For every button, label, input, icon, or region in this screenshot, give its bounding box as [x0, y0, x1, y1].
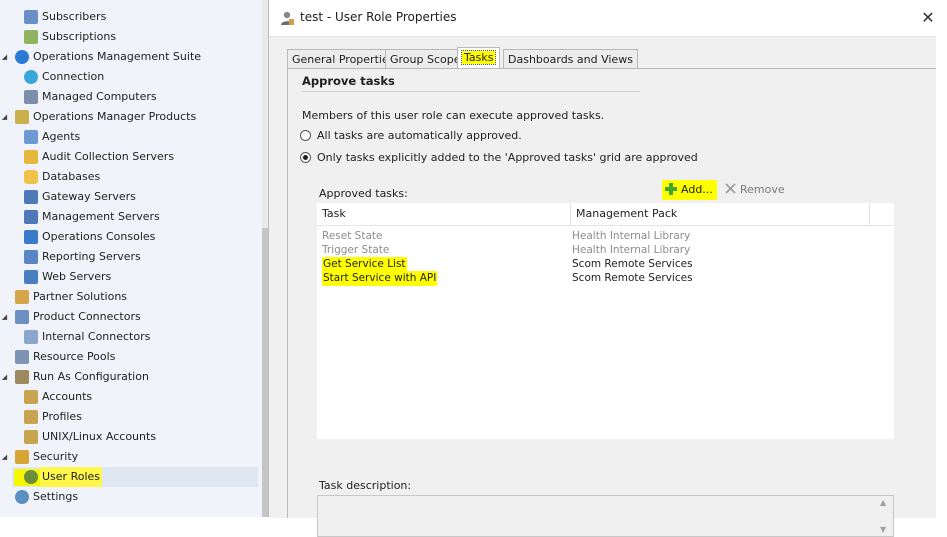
remove-x-icon [725, 183, 736, 194]
audit-collection-icon [24, 150, 38, 164]
table-row[interactable]: Trigger State Health Internal Library [317, 243, 894, 257]
reporting-server-icon [24, 250, 38, 264]
section-divider [302, 91, 640, 92]
expander-icon[interactable]: ◢ [0, 447, 9, 467]
tree-item-profiles[interactable]: Profiles [0, 407, 258, 427]
tree-item-unix-linux-accounts[interactable]: UNIX/Linux Accounts [0, 427, 258, 447]
resource-pools-icon [15, 350, 29, 364]
tab-general-properties[interactable]: General Properties [287, 49, 400, 68]
agents-icon [24, 130, 38, 144]
accounts-icon [24, 390, 38, 404]
background-window-edge [936, 36, 947, 517]
subscribers-icon [24, 10, 38, 24]
radio-button[interactable] [300, 130, 311, 141]
console-icon [24, 230, 38, 244]
tasks-tab-panel: Approve tasks Members of this user role … [287, 68, 937, 537]
tree-item-resource-pools[interactable]: Resource Pools [0, 347, 258, 367]
internal-connectors-icon [24, 330, 38, 344]
radio-button-selected[interactable] [300, 152, 311, 163]
tree-item-user-roles[interactable]: User Roles [0, 467, 258, 487]
user-role-icon [281, 11, 294, 25]
task-description-box[interactable]: ▲ ▼ [317, 495, 894, 537]
oms-icon [15, 50, 29, 64]
tree-item-security[interactable]: ◢ Security [0, 447, 258, 467]
tree-item-subscribers[interactable]: Subscribers [0, 7, 258, 27]
subscriptions-icon [24, 30, 38, 44]
tree-item-operations-consoles[interactable]: Operations Consoles [0, 227, 258, 247]
expander-icon[interactable]: ◢ [0, 307, 9, 327]
expander-icon[interactable]: ◢ [0, 47, 9, 67]
tree-item-product-connectors[interactable]: ◢ Product Connectors [0, 307, 258, 327]
tree-item-connection[interactable]: Connection [0, 67, 258, 87]
scroll-up-icon[interactable]: ▲ [880, 498, 886, 507]
tree-item-settings[interactable]: Settings [0, 487, 258, 507]
tree-item-subscriptions[interactable]: Subscriptions [0, 27, 258, 47]
tree-item-accounts[interactable]: Accounts [0, 387, 258, 407]
expander-icon[interactable]: ◢ [0, 367, 9, 387]
dialog-titlebar[interactable]: test - User Role Properties ✕ [269, 0, 947, 36]
tree-item-gateway-servers[interactable]: Gateway Servers [0, 187, 258, 207]
navigation-tree: Subscribers Subscriptions ◢ Operations M… [0, 0, 262, 517]
dialog-title: test - User Role Properties [300, 10, 457, 24]
tree-item-operations-management-suite[interactable]: ◢ Operations Management Suite [0, 47, 258, 67]
database-icon [24, 170, 38, 184]
table-row[interactable]: Reset State Health Internal Library [317, 229, 894, 243]
tree-item-databases[interactable]: Databases [0, 167, 258, 187]
column-header-task[interactable]: Task [317, 203, 571, 225]
section-title: Approve tasks [302, 74, 395, 88]
managed-computers-icon [24, 90, 38, 104]
tree-item-management-servers[interactable]: Management Servers [0, 207, 258, 227]
description-text: Members of this user role can execute ap… [302, 109, 605, 122]
tree-item-partner-solutions[interactable]: Partner Solutions [0, 287, 258, 307]
description-scrollbar[interactable]: ▲ ▼ [877, 496, 893, 536]
dialog-body: General Properties Group Scope Tasks Das… [269, 36, 937, 537]
remove-task-button[interactable]: Remove [724, 180, 785, 200]
column-header-management-pack[interactable]: Management Pack [571, 203, 870, 225]
approved-tasks-grid[interactable]: Task Management Pack Reset State Health … [317, 203, 894, 439]
tree-item-audit-collection-servers[interactable]: Audit Collection Servers [0, 147, 258, 167]
task-description-label: Task description: [319, 479, 412, 492]
user-roles-icon [24, 470, 38, 484]
grid-header: Task Management Pack [317, 203, 894, 226]
gateway-server-icon [24, 190, 38, 204]
tree-item-managed-computers[interactable]: Managed Computers [0, 87, 258, 107]
management-server-icon [24, 210, 38, 224]
tab-dashboards-and-views[interactable]: Dashboards and Views [503, 49, 638, 68]
run-as-icon [15, 370, 29, 384]
add-task-button[interactable]: Add... [662, 180, 717, 200]
tree-item-web-servers[interactable]: Web Servers [0, 267, 258, 287]
tree-item-run-as-configuration[interactable]: ◢ Run As Configuration [0, 367, 258, 387]
profiles-icon [24, 410, 38, 424]
unix-accounts-icon [24, 430, 38, 444]
table-row[interactable]: Get Service List Scom Remote Services [317, 257, 894, 272]
plus-icon [665, 183, 677, 195]
tab-group-scope[interactable]: Group Scope [385, 49, 466, 68]
tree-item-internal-connectors[interactable]: Internal Connectors [0, 327, 258, 347]
web-server-icon [24, 270, 38, 284]
table-row[interactable]: Start Service with API Scom Remote Servi… [317, 271, 894, 286]
settings-icon [15, 490, 29, 504]
tree-item-operations-manager-products[interactable]: ◢ Operations Manager Products [0, 107, 258, 127]
lock-icon [15, 450, 29, 464]
expander-icon[interactable]: ◢ [0, 107, 9, 127]
tree-item-reporting-servers[interactable]: Reporting Servers [0, 247, 258, 267]
scroll-down-icon[interactable]: ▼ [880, 525, 886, 534]
partner-solutions-icon [15, 290, 29, 304]
product-connectors-icon [15, 310, 29, 324]
tree-item-agents[interactable]: Agents [0, 127, 258, 147]
products-icon [15, 110, 29, 124]
connection-icon [24, 70, 38, 84]
approved-tasks-label: Approved tasks: [319, 187, 408, 200]
user-role-properties-dialog: test - User Role Properties ✕ General Pr… [268, 0, 947, 537]
tab-tasks[interactable]: Tasks [457, 47, 501, 69]
close-button[interactable]: ✕ [915, 6, 941, 30]
